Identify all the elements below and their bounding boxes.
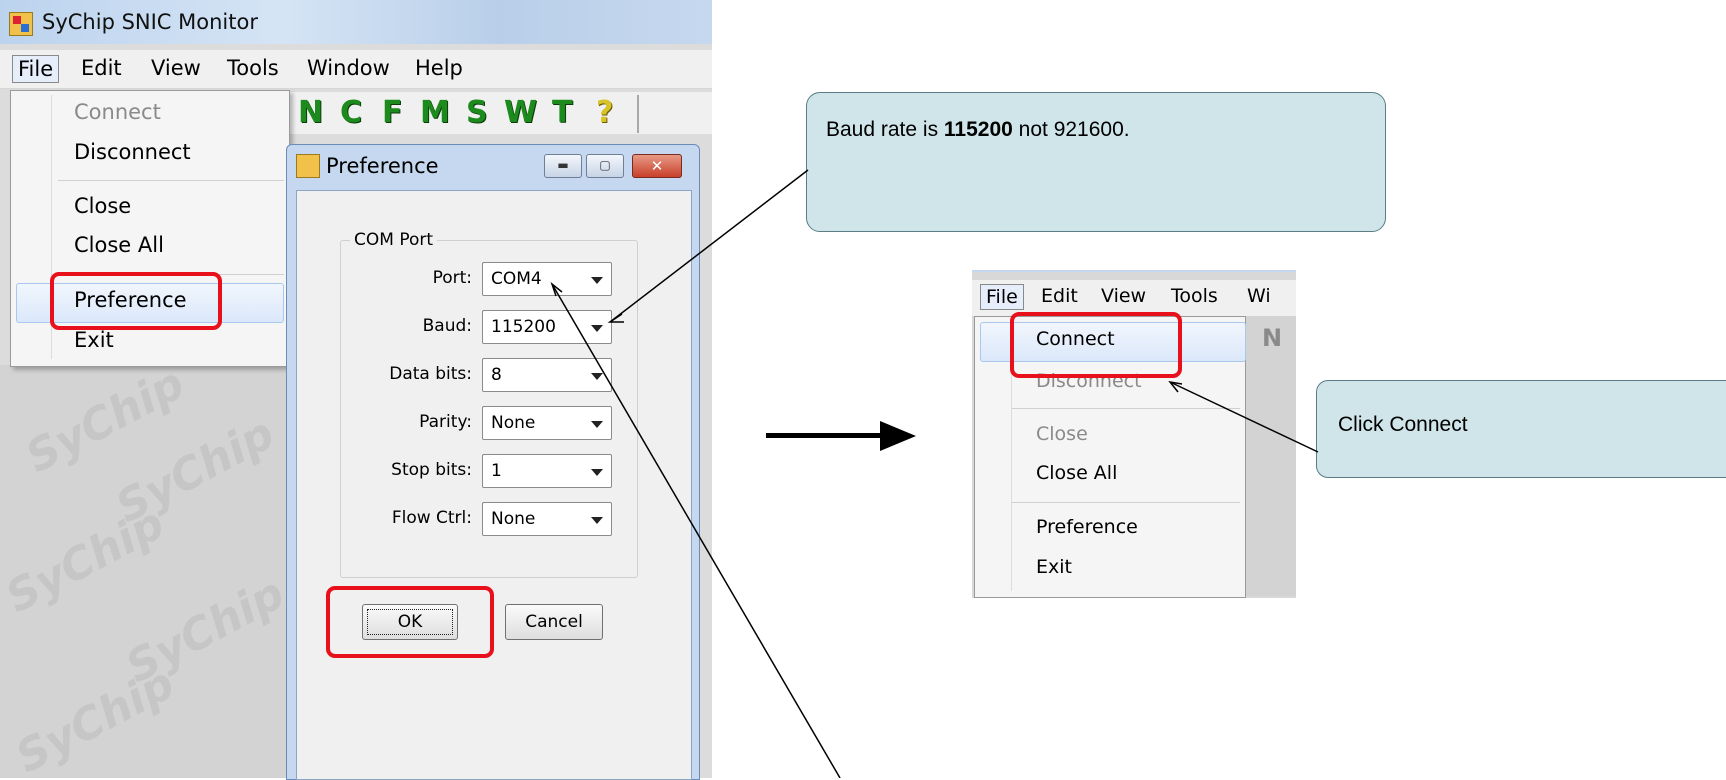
- arrowhead-icon: [550, 281, 563, 297]
- callout-line-baud: [609, 169, 809, 323]
- callout-line-port: [551, 283, 841, 778]
- callout-lines: [550, 169, 1319, 778]
- arrowhead-icon: [607, 313, 624, 323]
- callout-line-connect: [1169, 381, 1319, 453]
